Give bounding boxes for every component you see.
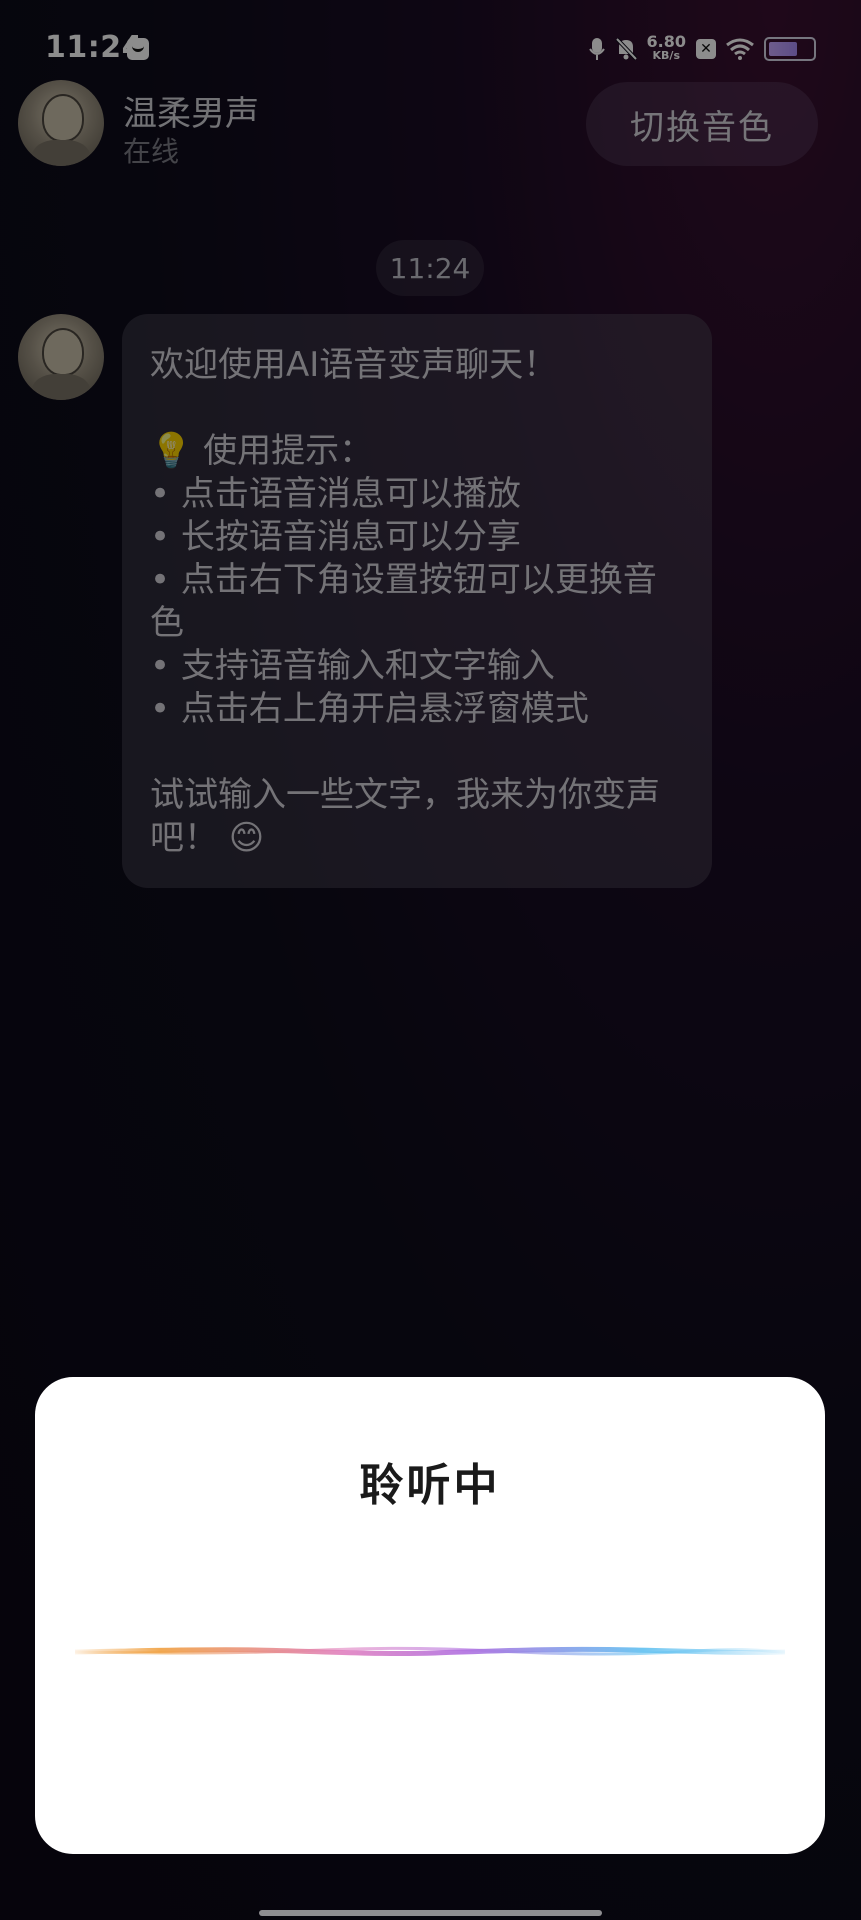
close-app-icon: ✕ [696, 39, 716, 59]
chat-header: 温柔男声 在线 切换音色 [0, 80, 861, 170]
message-line: • 点击语音消息可以播放 [150, 474, 521, 514]
message-line: • 支持语音输入和文字输入 [150, 646, 555, 686]
message-line: • 长按语音消息可以分享 [150, 517, 521, 557]
contact-avatar[interactable] [18, 80, 104, 166]
message-line: • 点击右上角开启悬浮窗模式 [150, 689, 589, 729]
message-bubble[interactable]: 欢迎使用AI语音变声聊天！ 💡 使用提示： • 点击语音消息可以播放 • 长按语… [122, 314, 712, 888]
battery-fill [769, 42, 797, 56]
message-line: 欢迎使用AI语音变声聊天！ [150, 345, 558, 385]
message-avatar[interactable] [18, 314, 104, 400]
home-indicator[interactable] [259, 1910, 602, 1916]
status-icons: 6.80 KB/s ✕ [588, 32, 816, 64]
listening-sheet[interactable]: 聆听中 [35, 1377, 825, 1854]
switch-voice-button[interactable]: 切换音色 [586, 82, 818, 166]
message-line: • 点击右下角设置按钮可以更换音色 [150, 560, 657, 643]
message-line: 💡 使用提示： [150, 431, 374, 471]
chat-timestamp: 11:24 [376, 240, 484, 296]
network-speed-unit: KB/s [652, 49, 680, 62]
mute-bell-icon [615, 37, 637, 61]
voice-waveform [75, 1646, 785, 1657]
wifi-icon [726, 38, 754, 60]
mail-icon [127, 38, 149, 60]
network-speed: 6.80 KB/s [646, 32, 686, 63]
network-speed-value: 6.80 [646, 32, 686, 51]
message-line: 试试输入一些文字，我来为你变声吧！ 😊 [150, 775, 660, 858]
contact-name: 温柔男声 [123, 94, 259, 134]
listening-title: 聆听中 [359, 1460, 501, 1511]
mic-icon [588, 38, 605, 60]
contact-status: 在线 [123, 135, 180, 168]
battery-icon [764, 37, 816, 61]
